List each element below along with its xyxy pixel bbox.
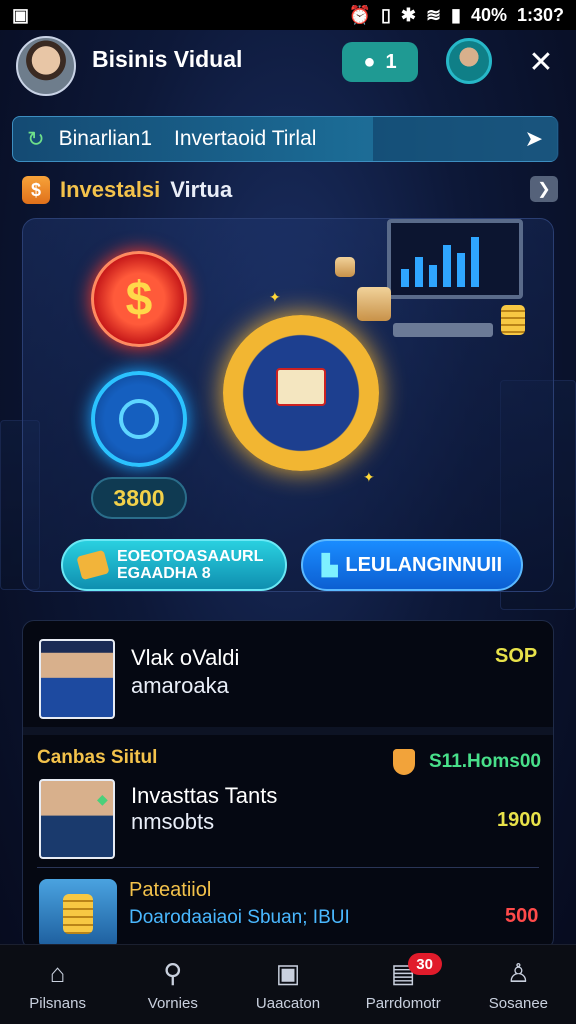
banner-text-right: Invertaoid Tirlal [174,127,317,150]
list-item[interactable]: Pateatiiol Doarodaaiaoi Sbuan; IBUI 500 [23,875,553,949]
item-subtitle: nmsobts [131,809,215,834]
monitor-illustration [387,219,523,299]
subsection-amount: S11.Homs00 [429,751,541,772]
item-subtitle: Doarodaaiaoi Sbuan; IBUI [129,907,350,928]
chat-icon: ● [363,50,376,73]
keyboard-illustration [393,323,493,337]
item-amount: SOP [495,645,538,667]
app-title: Bisinis Vidual [92,46,243,72]
app-header: Bisinis Vidual ● 1 ✕ [0,34,576,98]
cta-left-line2: EGAADHA 8 [117,565,211,582]
notification-icon: ▣ [12,4,30,25]
profile-icon: ♙ [506,958,531,988]
status-bar: ▣ ⏰ ▯ ✱ ≋ ▮ 40% 1:30? [0,0,576,30]
item-subtitle: amaroaka [131,673,229,698]
nav-item-profile[interactable]: ♙ Sosanee [461,945,576,1024]
search-icon: ⚲ [163,958,183,988]
nav-item-home[interactable]: ⌂ Pilsnans [0,945,115,1024]
vibrate-icon: ▯ [380,4,391,25]
coins-thumbnail [39,879,117,949]
start-button[interactable]: ▙ LEULANGINNUII [301,539,523,591]
nav-item-search[interactable]: ⚲ Vornies [115,945,230,1024]
alarm-icon: ⏰ [348,4,371,25]
wifi-icon: ≋ [425,4,442,25]
item-amount: 1900 [497,809,542,831]
shield-icon [393,749,415,775]
diamond-icon: ◆ [97,791,108,807]
claim-bonus-button[interactable]: EOEOTOASAAURL EGAADHA 8 [61,539,287,591]
signal-icon: ▮ [451,4,461,25]
nav-label: Uaacaton [255,995,321,1012]
item-amount: 500 [505,905,539,927]
battery-text: 40% [470,4,507,25]
bottom-navigation: ⌂ Pilsnans ⚲ Vornies ▣ Uaacaton ▤ 30 Par… [0,944,576,1024]
nav-label: Sosanee [488,995,549,1012]
send-icon[interactable]: ➤ [525,126,543,152]
home-icon: ⌂ [49,958,66,988]
nav-label: Pilsnans [29,995,86,1012]
investment-list: Vlak oValdi amaroaka SOP Canbas Siitul S… [22,620,554,950]
section-title-part1: Investalsi [60,177,161,202]
item-title: Invasttas Tants [131,783,278,808]
messages-button[interactable]: ● 1 [342,42,418,82]
nav-item-wallet[interactable]: ▤ 30 Parrdomotr [346,945,461,1024]
subsection-title: Canbas Siitul [37,747,158,768]
item-title: Vlak oValdi [131,645,240,670]
nav-label: Parrdomotr [365,995,441,1012]
balance-badge: 3800 [91,477,187,519]
bluetooth-icon: ✱ [400,4,416,25]
calendar-icon: ▣ [275,958,301,988]
dice-illustration [335,257,355,277]
refresh-icon: ↻ [27,127,45,151]
notification-badge: 30 [407,953,442,975]
investor-photo [39,639,115,719]
hero-card: ✦ ✦ $ 3800 EOEOTOASAAURL EGAADHA 8 ▙ LEUL… [22,218,554,592]
message-count: 1 [385,50,397,73]
nav-label: Vornies [147,995,198,1012]
promo-banner[interactable]: ↻ Binarlian1 Invertaoid Tirlal ➤ [12,116,559,162]
item-title: Pateatiiol [129,879,212,901]
sparkle-icon: ✦ [363,469,375,485]
dice-illustration [357,287,391,321]
profile-avatar[interactable] [446,38,492,84]
section-title: $ Investalsi Virtua [22,174,232,206]
cta-left-line1: EOEOTOASAAURL [117,548,264,565]
gold-coin-document-icon [223,315,379,471]
user-avatar[interactable] [16,36,76,96]
nav-item-calendar[interactable]: ▣ Uaacaton [230,945,345,1024]
list-item[interactable]: ◆ Invasttas Tants nmsobts 1900 [23,773,553,863]
list-item[interactable]: Vlak oValdi amaroaka SOP [23,621,553,727]
coin-stack-illustration [501,305,525,335]
section-separator [23,727,553,735]
clock: 1:30? [516,4,564,25]
section-title-part2: Virtua [170,177,233,202]
sparkle-icon: ✦ [269,289,281,305]
cta-right-label: LEULANGINNUII [345,553,503,576]
close-icon[interactable]: ✕ [524,46,558,80]
chevron-right-icon[interactable]: ❯ [530,176,558,202]
flag-icon: ▙ [321,554,338,577]
dollar-icon: $ [22,176,50,204]
divider [37,867,539,868]
banner-text-left: Binarlian1 [58,127,153,150]
gift-icon [76,549,110,581]
dollar-coin-icon: $ [91,251,187,347]
crypto-coin-icon [91,371,187,467]
